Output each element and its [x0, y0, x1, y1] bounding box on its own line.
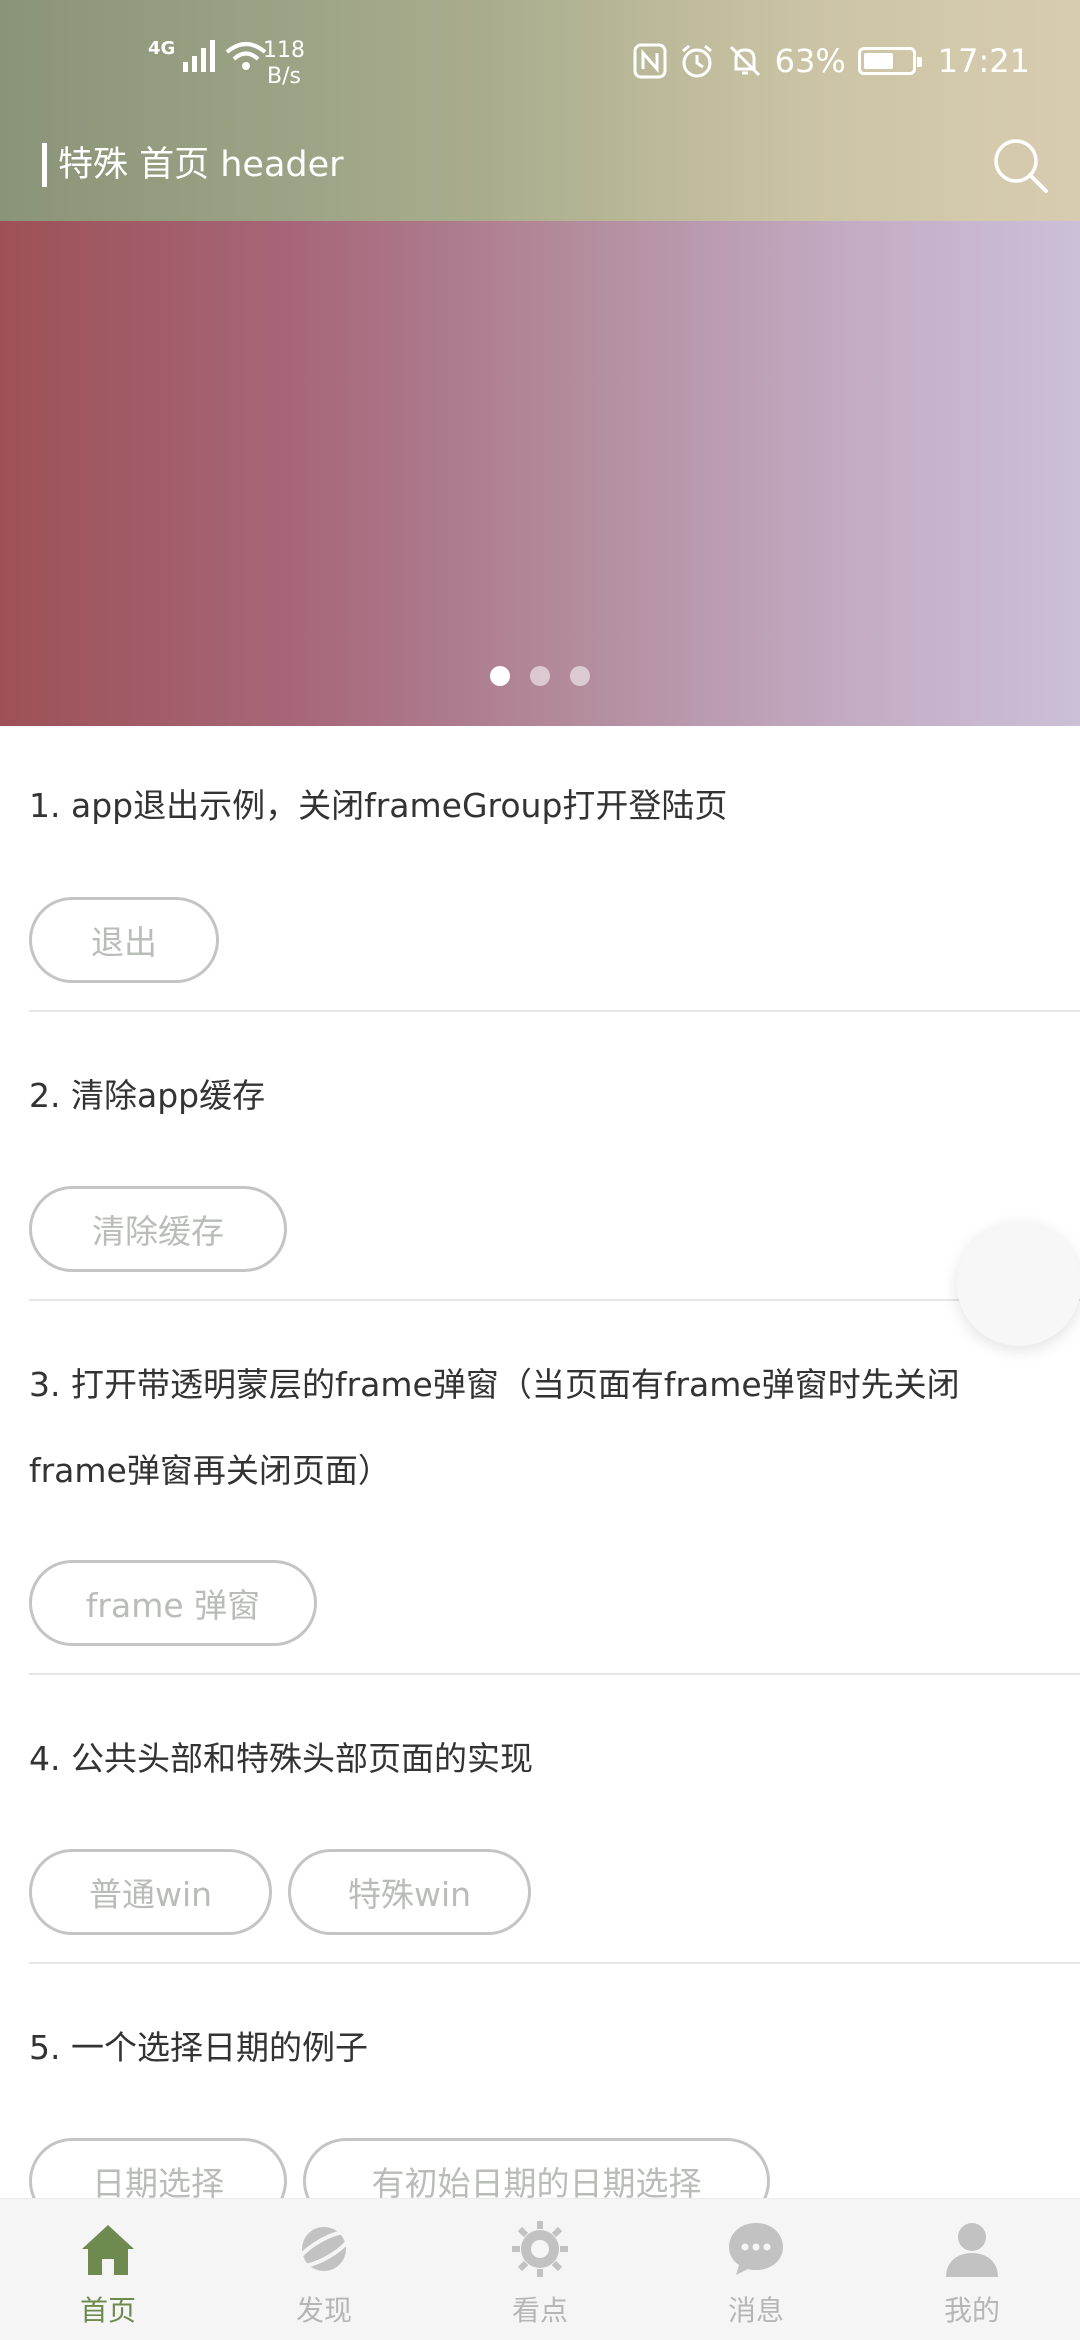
network-type: 4G	[148, 38, 176, 59]
button-row: frame 弹窗	[29, 1560, 317, 1646]
logout-button[interactable]: 退出	[29, 897, 219, 983]
tab-label: 发现	[295, 2294, 352, 2327]
section-title-line1: 3. 打开带透明蒙层的frame弹窗（当页面有frame弹窗时先关闭	[29, 1365, 960, 1404]
tab-label: 消息	[727, 2294, 784, 2327]
status-right: 63% 17:21	[633, 42, 1030, 80]
carousel-indicator	[0, 666, 1080, 686]
banner-carousel[interactable]	[0, 221, 1080, 726]
section-title: 1. app退出示例，关闭frameGroup打开登陆页	[29, 786, 728, 825]
nfc-icon	[633, 43, 667, 79]
section-title: 5. 一个选择日期的例子	[29, 2028, 368, 2067]
content-list[interactable]: 1. app退出示例，关闭frameGroup打开登陆页 退出 2. 清除app…	[0, 726, 1080, 2198]
carousel-dot[interactable]	[490, 666, 510, 686]
battery-level	[863, 53, 893, 69]
button-row: 退出	[29, 897, 219, 983]
tab-profile[interactable]: 我的	[864, 2199, 1080, 2340]
battery-icon	[857, 47, 922, 75]
planet-icon	[295, 2227, 353, 2271]
page-header: 特殊 首页 header	[0, 135, 1080, 221]
signal-icon	[183, 40, 216, 72]
section-title: 2. 清除app缓存	[29, 1076, 266, 1115]
frame-popup-button[interactable]: frame 弹窗	[29, 1560, 317, 1646]
special-win-button[interactable]: 特殊win	[288, 1849, 531, 1935]
section-clear-cache: 2. 清除app缓存 清除缓存	[29, 1013, 1080, 1301]
carousel-dot[interactable]	[530, 666, 550, 686]
tab-highlights[interactable]: 看点	[432, 2199, 648, 2340]
tab-home[interactable]: 首页	[0, 2199, 216, 2340]
section-title: 4. 公共头部和特殊头部页面的实现	[29, 1739, 533, 1778]
tab-label: 看点	[511, 2294, 568, 2327]
section-frame-popup: 3. 打开带透明蒙层的frame弹窗（当页面有frame弹窗时先关闭 frame…	[29, 1302, 1080, 1675]
tab-messages[interactable]: 消息	[648, 2199, 864, 2340]
clock: 17:21	[937, 42, 1030, 80]
title-accent-bar	[42, 143, 47, 187]
network-indicator: 4G	[148, 38, 267, 74]
tab-label: 首页	[79, 2294, 136, 2327]
top-bar: 4G 118 B/s 63% 17:21 特殊 首页 header	[0, 0, 1080, 221]
carousel-dot[interactable]	[570, 666, 590, 686]
floating-action-button[interactable]	[957, 1222, 1080, 1346]
normal-win-button[interactable]: 普通win	[29, 1849, 272, 1935]
chat-icon	[729, 2223, 783, 2275]
section-date-picker: 5. 一个选择日期的例子 日期选择 有初始日期的日期选择	[29, 1965, 1080, 2198]
bottom-tab-bar: 首页 发现 看点 消息 我的	[0, 2198, 1080, 2340]
sun-icon	[512, 2221, 568, 2277]
tab-discover[interactable]: 发现	[216, 2199, 432, 2340]
search-icon[interactable]	[990, 135, 1050, 195]
initial-date-picker-button[interactable]: 有初始日期的日期选择	[303, 2138, 770, 2198]
section-logout: 1. app退出示例，关闭frameGroup打开登陆页 退出	[29, 758, 1080, 1012]
wifi-icon	[226, 42, 267, 70]
network-speed: 118 B/s	[263, 38, 305, 90]
section-title-line2: frame弹窗再关闭页面）	[29, 1451, 391, 1490]
battery-percent: 63%	[774, 42, 846, 80]
status-bar: 4G 118 B/s 63% 17:21	[0, 0, 1080, 135]
home-icon	[82, 2225, 134, 2275]
alarm-icon	[681, 44, 712, 78]
tab-label: 我的	[943, 2294, 1000, 2327]
speed-unit: B/s	[267, 64, 301, 89]
user-icon	[946, 2223, 998, 2277]
mute-bell-icon	[729, 45, 760, 77]
button-row: 清除缓存	[29, 1186, 287, 1272]
section-headers: 4. 公共头部和特殊头部页面的实现 普通win 特殊win	[29, 1676, 1080, 1964]
button-row: 日期选择 有初始日期的日期选择	[29, 2138, 770, 2198]
speed-value: 118	[263, 38, 305, 63]
date-picker-button[interactable]: 日期选择	[29, 2138, 287, 2198]
button-row: 普通win 特殊win	[29, 1849, 531, 1935]
clear-cache-button[interactable]: 清除缓存	[29, 1186, 287, 1272]
page-title: 特殊 首页 header	[58, 145, 344, 185]
